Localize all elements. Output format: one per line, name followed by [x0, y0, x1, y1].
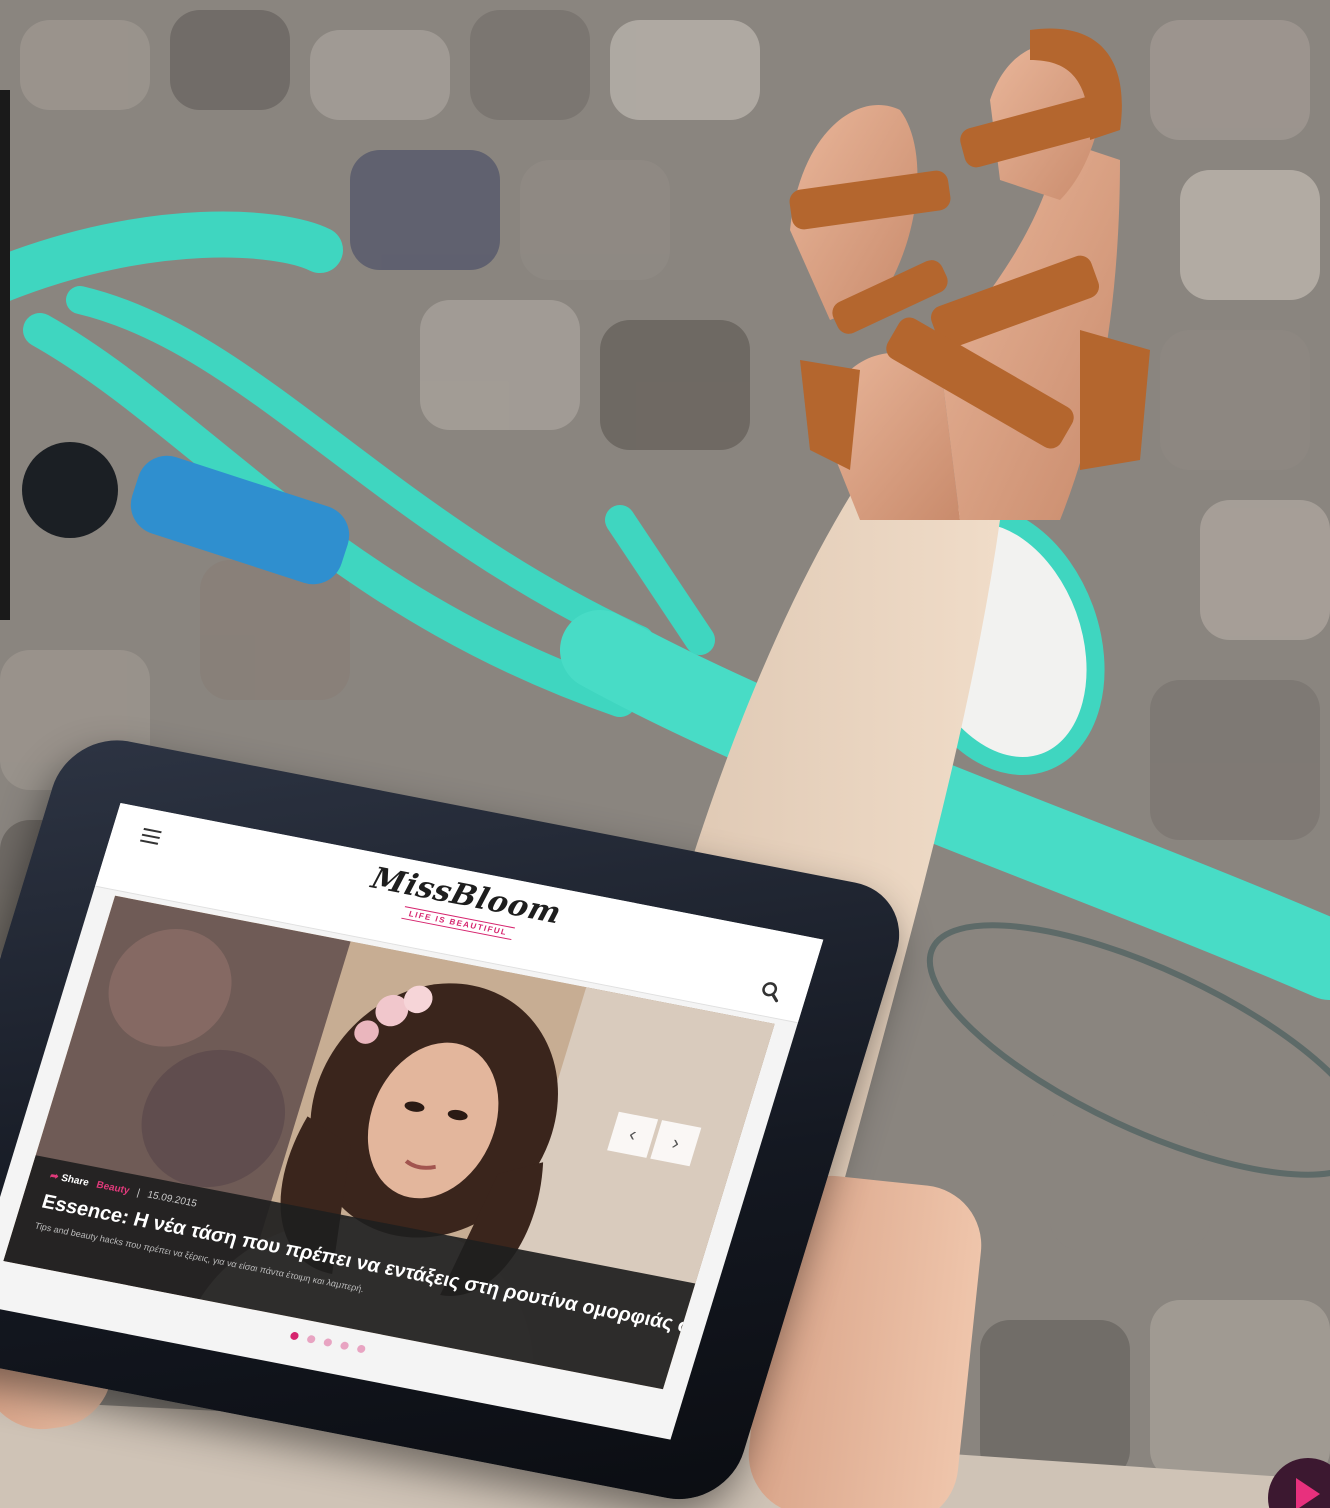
share-label: Share [59, 1172, 91, 1189]
category-link[interactable]: Beauty [95, 1180, 131, 1197]
pagination-dot[interactable] [339, 1341, 350, 1351]
share-link[interactable]: ➦Share [49, 1171, 91, 1189]
pagination-dot[interactable] [289, 1331, 300, 1341]
pagination-dot[interactable] [322, 1337, 333, 1348]
meta-separator: | [135, 1187, 142, 1199]
photo-scene: MissBloom LIFE IS BEAUTIFUL ‹ › ➦Share B… [0, 0, 1330, 1508]
pagination-dot[interactable] [356, 1344, 367, 1354]
share-arrow-icon: ➦ [48, 1170, 61, 1183]
pagination-dot[interactable] [306, 1334, 317, 1344]
hamburger-menu-icon[interactable] [139, 827, 162, 845]
article-date: 15.09.2015 [145, 1189, 199, 1210]
search-icon[interactable] [757, 979, 785, 1004]
